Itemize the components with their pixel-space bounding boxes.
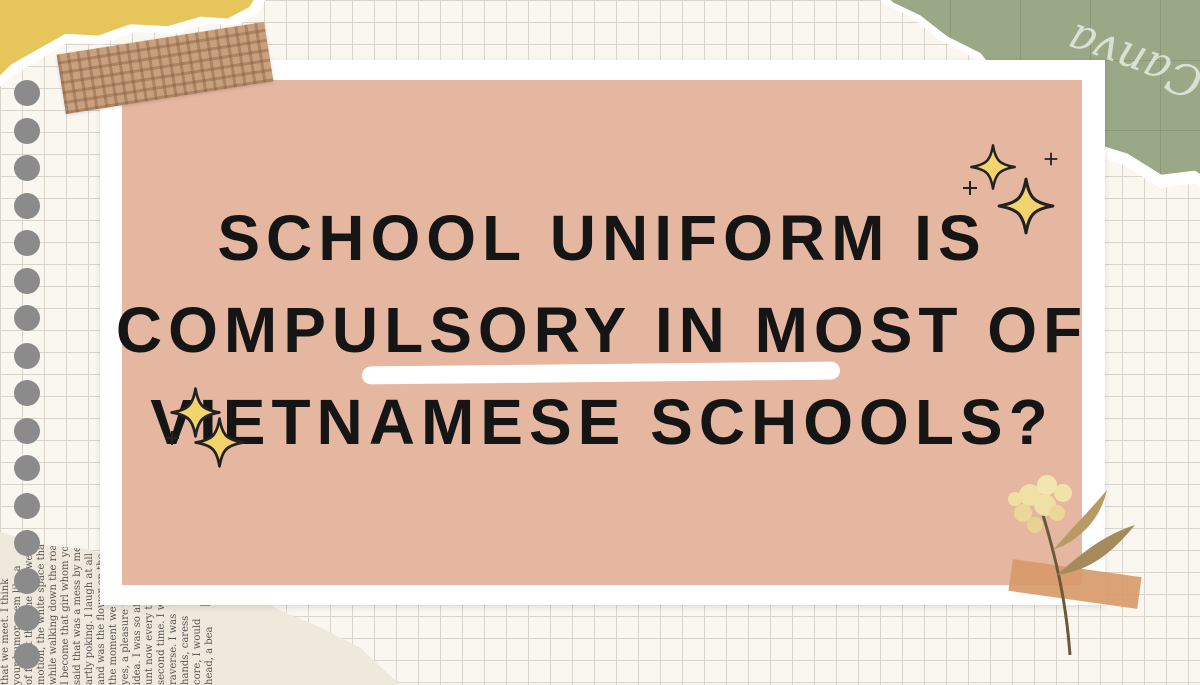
sparkle-icon (194, 417, 245, 468)
flower-icon (1008, 475, 1135, 656)
binder-hole-icon (14, 305, 40, 331)
binder-hole-icon (14, 455, 40, 481)
headline-line-3: Vietnamese schools? (150, 386, 1054, 458)
binder-hole-icon (14, 417, 40, 444)
plus-icon (165, 431, 179, 445)
binder-hole-icon (14, 192, 40, 219)
headline: School uniform is compulsory in most of … (116, 150, 1082, 510)
binder-hole-icon (14, 492, 40, 519)
binder-hole-icon (14, 642, 40, 669)
binder-hole-icon (14, 530, 40, 556)
headline-line-1: School uniform is (217, 202, 987, 274)
binder-hole-icon (14, 342, 40, 369)
binder-hole-icon (14, 605, 40, 631)
headline-line-2: compulsory in most of (115, 294, 1089, 366)
binder-hole-icon (14, 117, 40, 144)
binder-hole-icon (14, 80, 40, 106)
binder-hole-icon (14, 380, 40, 406)
binder-hole-icon (14, 230, 40, 256)
binder-hole-icon (14, 267, 40, 294)
sparkle-icon (997, 177, 1055, 235)
binder-hole-icon (14, 155, 40, 181)
binder-holes (14, 80, 42, 675)
plus-icon (963, 181, 977, 195)
plus-icon (1044, 152, 1058, 166)
binder-hole-icon (14, 567, 40, 594)
